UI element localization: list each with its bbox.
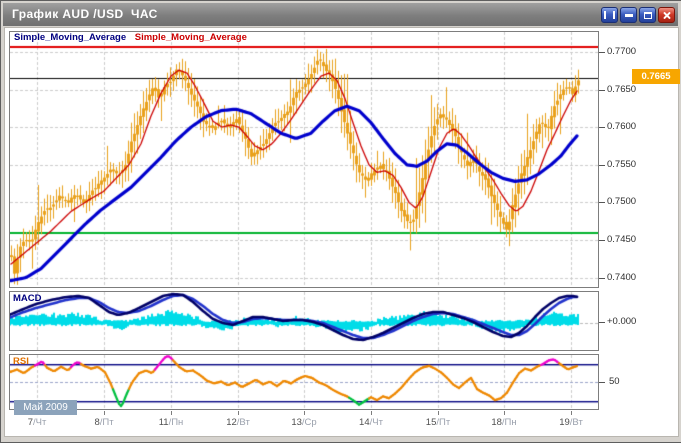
- price-chart-panel[interactable]: [9, 31, 599, 288]
- price-axis-label: 0.7550: [607, 158, 637, 170]
- price-axis-label: 0.7500: [607, 196, 637, 208]
- macd-zero-label: +0.000: [607, 316, 637, 327]
- window-buttons: [601, 7, 675, 23]
- minimize-icon: [624, 13, 633, 17]
- date-day: 18: [491, 417, 502, 428]
- legend-sma-1: Simple_Moving_Average: [14, 32, 127, 43]
- date-tick: [371, 411, 372, 415]
- window-title: График AUD /USD ЧАС: [12, 7, 158, 21]
- date-weekday: /Вт: [569, 417, 583, 428]
- date-weekday: /Пн: [501, 417, 517, 428]
- month-badge: Май 2009: [14, 400, 77, 415]
- price-axis-tick: [599, 164, 605, 166]
- price-canvas[interactable]: [10, 32, 598, 287]
- date-day: 19: [559, 417, 570, 428]
- macd-panel[interactable]: [9, 291, 599, 351]
- date-weekday: /Пт: [99, 417, 114, 428]
- rsi-50-label: 50: [609, 376, 620, 387]
- price-axis-label: 0.7450: [607, 234, 637, 245]
- date-day: 14: [359, 417, 370, 428]
- date-tick: [238, 411, 239, 415]
- date-day: 11: [158, 417, 169, 428]
- price-axis-tick: [599, 240, 605, 241]
- price-axis-tick: [599, 277, 605, 279]
- rsi-panel[interactable]: [9, 354, 599, 410]
- date-day: 15: [425, 417, 437, 428]
- date-weekday: /Пт: [436, 417, 451, 428]
- date-label: 11/Пн: [143, 417, 199, 428]
- date-label: 18/Пн: [476, 417, 532, 428]
- date-label: 15/Пт: [410, 417, 466, 428]
- current-price-badge: 0.7665: [632, 69, 680, 84]
- date-tick: [504, 411, 505, 415]
- macd-canvas[interactable]: [10, 292, 598, 350]
- date-weekday: /Чт: [32, 417, 47, 428]
- rsi-label: RSI: [13, 356, 29, 367]
- rsi-canvas[interactable]: [10, 355, 598, 409]
- price-axis-tick: [599, 89, 605, 91]
- close-button[interactable]: [658, 7, 675, 23]
- price-axis-label: 0.7400: [607, 271, 637, 283]
- restore-icon: [643, 11, 652, 19]
- restore-button[interactable]: [639, 7, 656, 23]
- date-day: 13: [291, 417, 302, 428]
- price-axis-tick: [599, 202, 605, 204]
- price-axis-tick: [599, 52, 605, 53]
- price-axis-label: 0.7700: [607, 46, 637, 57]
- date-tick: [438, 411, 439, 415]
- title-bar[interactable]: График AUD /USD ЧАС: [3, 3, 678, 26]
- date-tick: [171, 411, 172, 415]
- date-tick: [571, 411, 572, 415]
- date-tick: [104, 411, 105, 415]
- date-label: 8/Пт: [76, 417, 132, 428]
- date-weekday: /Пн: [168, 417, 184, 428]
- rsi-axis-tick: [599, 382, 605, 383]
- date-label: 12/Вт: [210, 417, 266, 428]
- date-weekday: /Вт: [236, 417, 250, 428]
- pause-icon: [604, 11, 615, 19]
- price-axis-tick: [599, 127, 605, 129]
- minimize-button[interactable]: [620, 7, 637, 23]
- date-weekday: /Ср: [301, 417, 317, 428]
- legend-sma-2: Simple_Moving_Average: [134, 32, 247, 43]
- price-axis-label: 0.7600: [607, 121, 637, 133]
- close-icon: [662, 11, 671, 20]
- date-label: 7/Чт: [9, 417, 65, 428]
- date-label: 19/Вт: [543, 417, 599, 428]
- price-axis-label: 0.7650: [607, 83, 637, 95]
- date-label: 13/Ср: [276, 417, 332, 428]
- macd-label: MACD: [13, 293, 42, 304]
- indicator-legend: Simple_Moving_Average Simple_Moving_Aver…: [14, 32, 247, 43]
- date-label: 14/Чт: [343, 417, 399, 428]
- pause-button[interactable]: [601, 7, 618, 23]
- date-day: 12: [226, 417, 237, 428]
- date-tick: [304, 411, 305, 415]
- chart-window: График AUD /USD ЧАС Simple_Moving_Averag…: [0, 0, 681, 443]
- date-weekday: /Чт: [369, 417, 383, 428]
- macd-axis-tick: [599, 322, 605, 323]
